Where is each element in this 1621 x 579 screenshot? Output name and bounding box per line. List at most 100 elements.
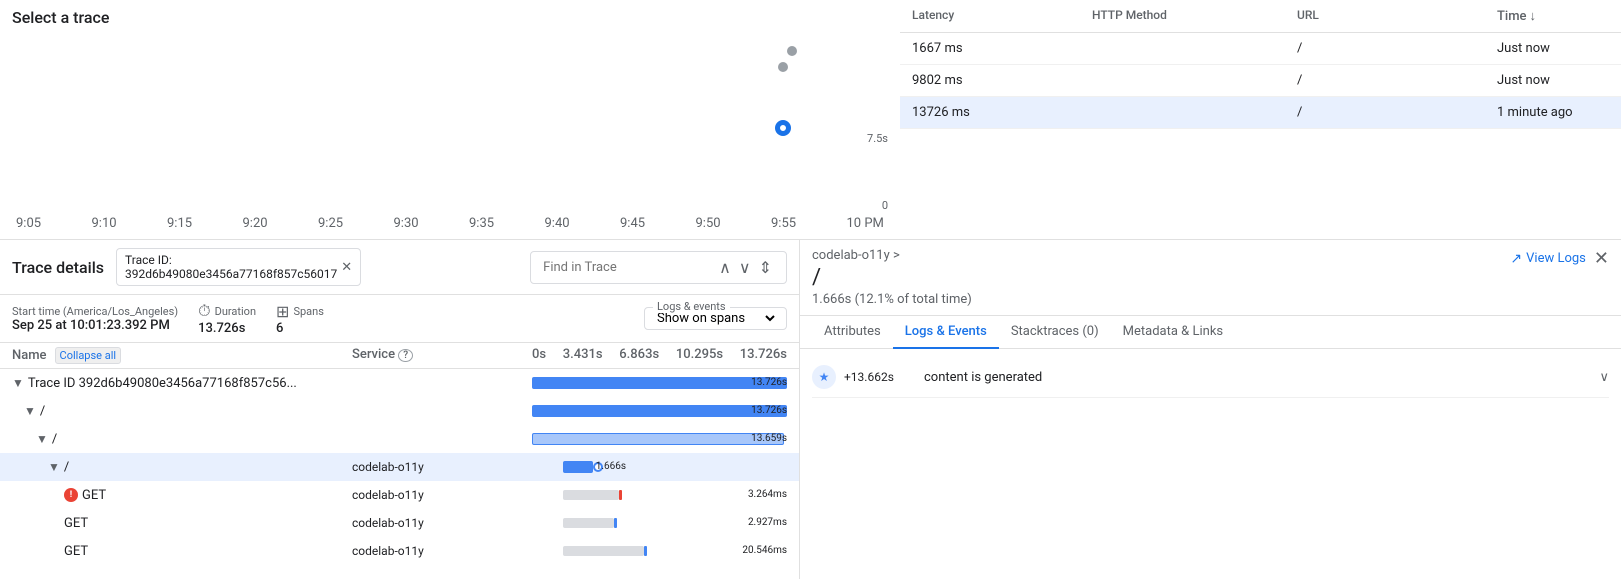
- time-axis: 9:05 9:10 9:15 9:20 9:25 9:30 9:35 9:40 …: [12, 216, 888, 231]
- start-time-value: Sep 25 at 10:01:23.392 PM: [12, 318, 178, 333]
- bar-gray-4: [563, 490, 619, 500]
- logs-events-label: Logs & events: [653, 300, 730, 313]
- cell-method-1: [1088, 77, 1293, 85]
- row-service-4: codelab-o11y: [352, 488, 532, 502]
- cell-latency-1: 9802 ms: [908, 69, 1088, 92]
- event-time-0: +13.662s: [844, 370, 924, 384]
- time-markers: 0s 3.431s 6.863s 10.295s 13.726s: [532, 347, 787, 364]
- scatter-dot-2[interactable]: [787, 46, 797, 56]
- trace-header: Trace details Trace ID: 392d6b49080e3456…: [0, 240, 799, 295]
- expand-icon-1[interactable]: ▼: [24, 404, 36, 418]
- error-badge-4: !: [64, 488, 78, 502]
- spans-label: Spans: [293, 305, 323, 318]
- col-name-label: Name: [12, 348, 47, 363]
- row-name-3: /: [64, 460, 69, 475]
- page-title: Select a trace: [12, 8, 888, 27]
- tab-stacktraces[interactable]: Stacktraces (0): [999, 316, 1111, 349]
- row-name-6: GET: [64, 544, 88, 559]
- span-breadcrumb: codelab-o11y >: [812, 248, 972, 263]
- bar-label-1: 13.726s: [751, 405, 787, 416]
- bar-label-3: 1.666s: [596, 461, 787, 472]
- col-time[interactable]: Time ↓: [1493, 4, 1613, 28]
- trace-id-text: Trace ID: 392d6b49080e3456a77168f857c560…: [125, 253, 337, 281]
- star-icon: ★: [819, 370, 830, 384]
- nav-down-button[interactable]: ∨: [737, 256, 753, 279]
- scatter-dot[interactable]: [778, 62, 788, 72]
- trace-row-2[interactable]: ▼ / 13.659s: [0, 425, 799, 453]
- meta-spans: ⊞ Spans 6: [276, 302, 324, 336]
- cell-time-0: Just now: [1493, 37, 1613, 60]
- bar-label-5: 2.927ms: [748, 517, 787, 528]
- row-name-0: Trace ID 392d6b49080e3456a77168f857c56..…: [28, 376, 297, 391]
- bar-label-4: 3.264ms: [748, 489, 787, 500]
- meta-duration: ⏱ Duration 13.726s: [198, 301, 256, 336]
- event-row-0[interactable]: ★ +13.662s content is generated ∨: [812, 357, 1609, 398]
- logs-events-box: Logs & events Show on spans: [644, 307, 787, 330]
- cell-latency-0: 1667 ms: [908, 37, 1088, 60]
- duration-value: 13.726s: [198, 321, 256, 336]
- nav-up-button[interactable]: ∧: [717, 256, 733, 279]
- col-method[interactable]: HTTP Method: [1088, 4, 1293, 28]
- y-axis-min: 0: [882, 199, 888, 212]
- col-service-label: Service: [352, 347, 395, 362]
- cell-method-2: [1088, 109, 1293, 117]
- tab-logs-events[interactable]: Logs & Events: [893, 316, 999, 349]
- bar-gray-5: [563, 518, 614, 528]
- find-in-trace-input[interactable]: [543, 260, 709, 275]
- external-link-icon: ↗: [1510, 251, 1522, 267]
- expand-icon-2[interactable]: ▼: [36, 432, 48, 446]
- col-url[interactable]: URL: [1293, 4, 1493, 28]
- expand-icon-0[interactable]: ▼: [12, 376, 24, 390]
- row-bar-6: 20.546ms: [532, 541, 787, 561]
- event-desc-0: content is generated: [924, 370, 1599, 385]
- table-header: Latency HTTP Method URL Time ↓: [900, 0, 1621, 33]
- right-panel-header: codelab-o11y > / 1.666s (12.1% of total …: [800, 240, 1621, 316]
- view-logs-button[interactable]: ↗ View Logs: [1510, 251, 1586, 267]
- row-name-4: GET: [82, 488, 106, 503]
- row-service-5: codelab-o11y: [352, 516, 532, 530]
- trace-row-1[interactable]: ▼ / 13.726s: [0, 397, 799, 425]
- cell-time-1: Just now: [1493, 69, 1613, 92]
- trace-details-title: Trace details: [12, 258, 104, 277]
- trace-row-3[interactable]: ▼ / codelab-o11y 1.666s: [0, 453, 799, 481]
- span-time: 1.666s (12.1% of total time): [812, 292, 972, 307]
- marker-line-5: [614, 518, 617, 528]
- col-latency[interactable]: Latency: [908, 4, 1088, 28]
- trace-row-5[interactable]: GET codelab-o11y 2.927ms: [0, 509, 799, 537]
- duration-label: Duration: [215, 305, 256, 318]
- scatter-dot-selected[interactable]: [778, 123, 788, 133]
- marker-line-6: [644, 546, 647, 556]
- table-row[interactable]: 1667 ms / Just now: [900, 33, 1621, 65]
- event-expand-icon-0[interactable]: ∨: [1599, 370, 1609, 385]
- nav-expand-button[interactable]: ⇕: [757, 256, 774, 279]
- cell-url-1: /: [1293, 69, 1493, 92]
- cell-method-0: [1088, 45, 1293, 53]
- trace-row-4[interactable]: ! GET codelab-o11y 3.264ms: [0, 481, 799, 509]
- cell-url-2: /: [1293, 101, 1493, 124]
- row-bar-4: 3.264ms: [532, 485, 787, 505]
- row-name-1: /: [40, 404, 45, 419]
- trace-row-0[interactable]: ▼ Trace ID 392d6b49080e3456a77168f857c56…: [0, 369, 799, 397]
- bar-label-2: 13.659s: [751, 433, 787, 444]
- table-row[interactable]: 9802 ms / Just now: [900, 65, 1621, 97]
- expand-icon-3[interactable]: ▼: [48, 460, 60, 474]
- table-row-selected[interactable]: 13726 ms / 1 minute ago: [900, 97, 1621, 129]
- find-in-trace-container: ∧ ∨ ⇕: [530, 251, 787, 284]
- collapse-all-button[interactable]: Collapse all: [55, 347, 122, 364]
- tab-metadata[interactable]: Metadata & Links: [1111, 316, 1235, 349]
- tab-attributes[interactable]: Attributes: [812, 316, 893, 349]
- bar-selected-3: [563, 461, 594, 473]
- row-name-2: /: [52, 432, 57, 447]
- row-service-3: codelab-o11y: [352, 460, 532, 474]
- spans-value: 6: [276, 321, 324, 336]
- trace-row-6[interactable]: GET codelab-o11y 20.546ms: [0, 537, 799, 565]
- service-info-icon[interactable]: ?: [398, 349, 413, 362]
- sort-icon: ↓: [1530, 9, 1537, 24]
- cell-url-0: /: [1293, 37, 1493, 60]
- row-bar-0: 13.726s: [532, 373, 787, 393]
- row-service-6: codelab-o11y: [352, 544, 532, 558]
- panel-actions: ↗ View Logs ✕: [1510, 248, 1609, 269]
- row-bar-3: 1.666s: [532, 457, 787, 477]
- close-trace-id-icon[interactable]: ✕: [341, 260, 352, 275]
- close-panel-button[interactable]: ✕: [1594, 248, 1609, 269]
